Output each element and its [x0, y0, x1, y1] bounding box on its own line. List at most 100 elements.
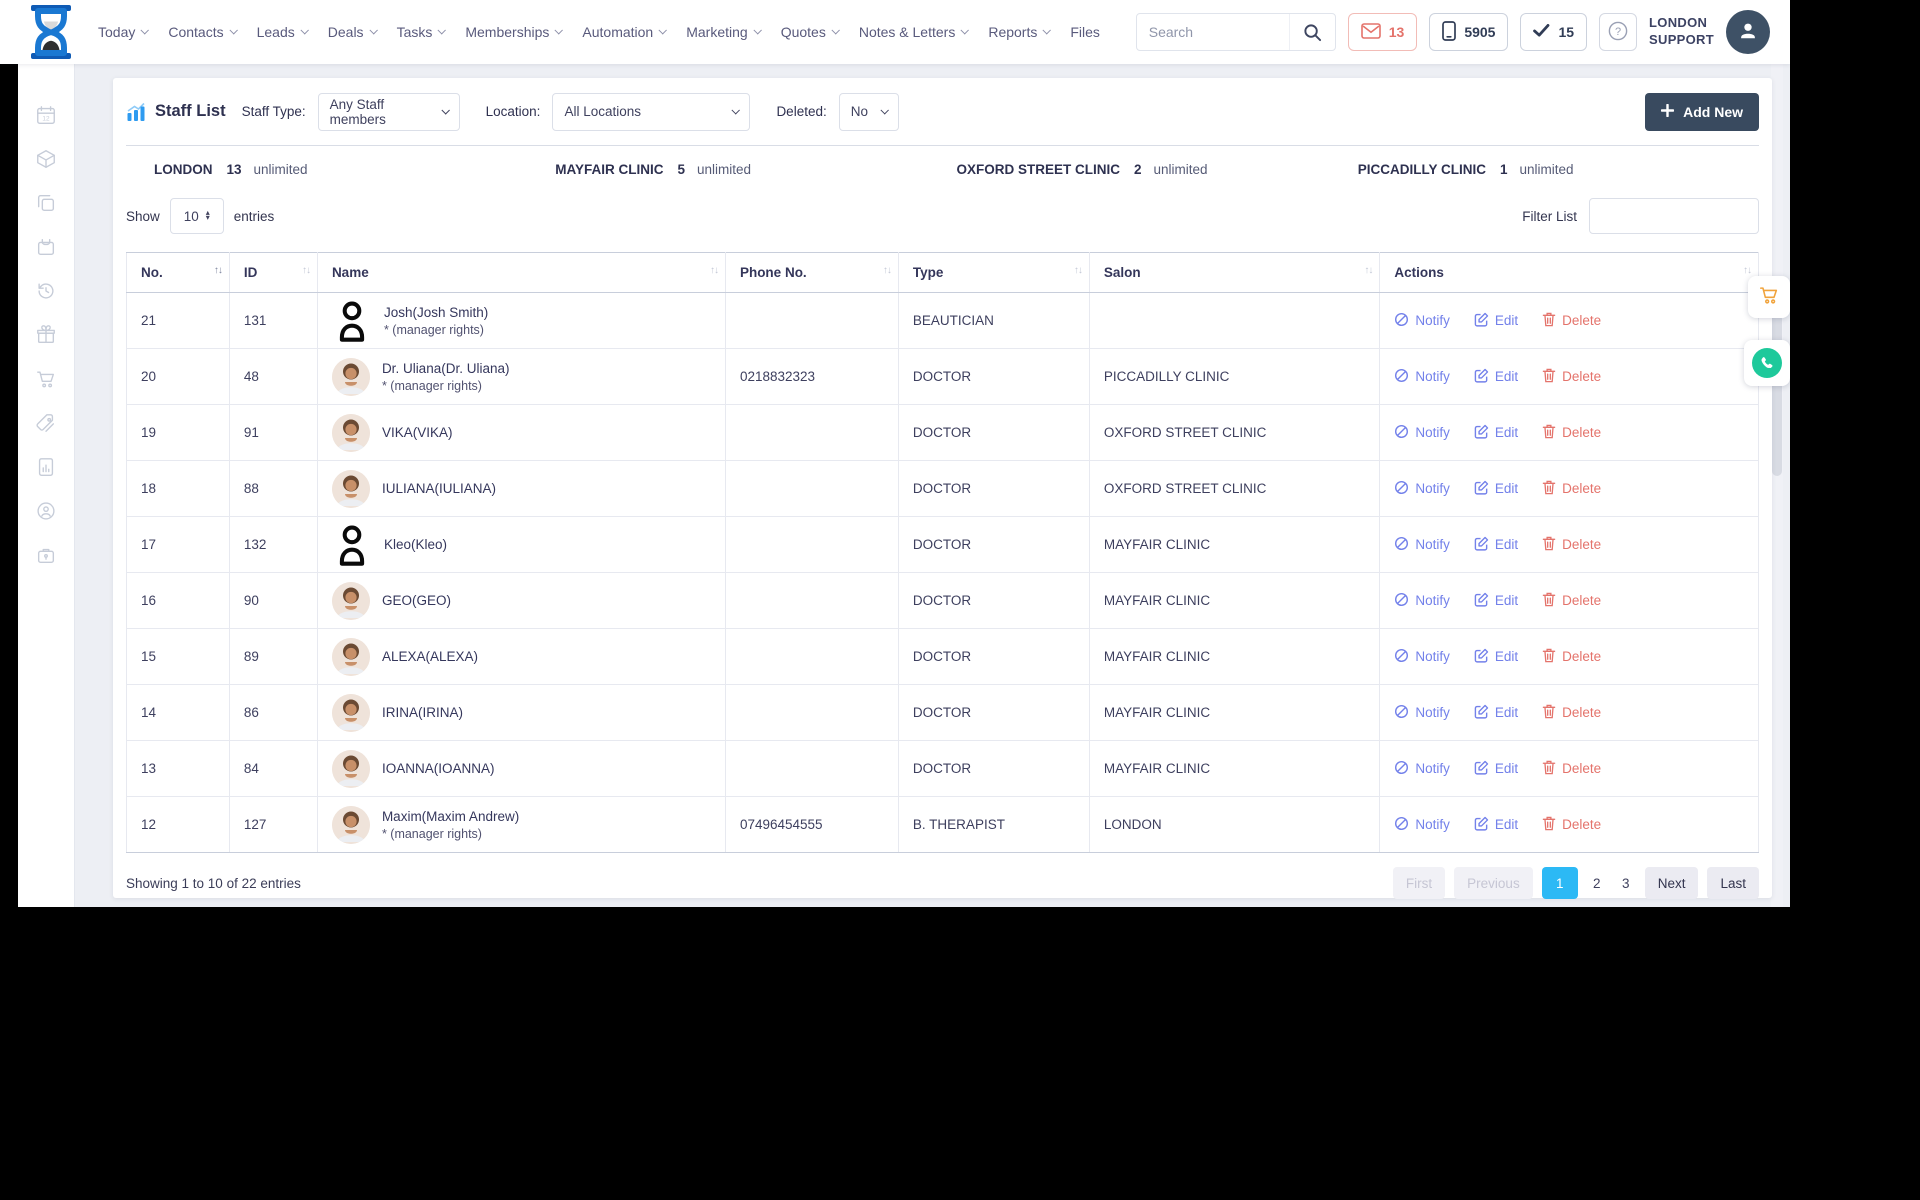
nav-item-leads[interactable]: Leads: [257, 24, 309, 40]
cell-name: IRINA(IRINA): [317, 684, 726, 741]
notify-button[interactable]: Notify: [1394, 424, 1450, 442]
notify-icon: [1394, 760, 1409, 778]
notify-button[interactable]: Notify: [1394, 592, 1450, 610]
delete-button[interactable]: Delete: [1542, 592, 1601, 610]
edit-button[interactable]: Edit: [1474, 480, 1518, 498]
edit-button[interactable]: Edit: [1474, 816, 1518, 834]
delete-button[interactable]: Delete: [1542, 480, 1601, 498]
location-stat: LONDON 13 unlimited: [154, 162, 555, 177]
edit-button[interactable]: Edit: [1474, 368, 1518, 386]
chevron-down-icon: [960, 26, 970, 35]
nav-item-automation[interactable]: Automation: [582, 24, 668, 40]
notify-icon: [1394, 536, 1409, 554]
notify-button[interactable]: Notify: [1394, 704, 1450, 722]
user-avatar[interactable]: [1726, 10, 1770, 54]
notify-button[interactable]: Notify: [1394, 760, 1450, 778]
edit-button[interactable]: Edit: [1474, 312, 1518, 330]
stat-limit: unlimited: [1153, 161, 1208, 177]
column-header-phone-no[interactable]: Phone No. ↑↓: [725, 252, 899, 293]
nav-item-memberships[interactable]: Memberships: [465, 24, 564, 40]
search-icon[interactable]: [1288, 14, 1335, 50]
lock-icon[interactable]: [35, 544, 57, 566]
nav-item-marketing[interactable]: Marketing: [686, 24, 762, 40]
pagination-3[interactable]: 3: [1616, 867, 1636, 899]
location-select[interactable]: All Locations: [552, 92, 751, 131]
calls-badge[interactable]: 5905: [1429, 13, 1509, 51]
scrollbar[interactable]: [1771, 64, 1783, 907]
pagination-first[interactable]: First: [1392, 867, 1446, 899]
help-button[interactable]: ?: [1599, 13, 1638, 51]
notify-button[interactable]: Notify: [1394, 648, 1450, 666]
pagination-1[interactable]: 1: [1541, 867, 1578, 899]
gift-icon[interactable]: [35, 324, 57, 346]
notify-button[interactable]: Notify: [1394, 816, 1450, 834]
tickets-icon[interactable]: [35, 412, 57, 434]
pagination-last[interactable]: Last: [1707, 867, 1759, 899]
column-header-type[interactable]: Type ↑↓: [898, 252, 1090, 293]
report-icon[interactable]: [35, 456, 57, 478]
cell-salon: OXFORD STREET CLINIC: [1089, 404, 1381, 461]
edit-button[interactable]: Edit: [1474, 704, 1518, 722]
pagination-next[interactable]: Next: [1644, 867, 1699, 899]
brand-logo-hourglass-icon[interactable]: [28, 3, 74, 61]
check-icon: [1533, 24, 1550, 40]
notify-button[interactable]: Notify: [1394, 480, 1450, 498]
nav-item-contacts[interactable]: Contacts: [168, 24, 238, 40]
nav-item-deals[interactable]: Deals: [328, 24, 378, 40]
delete-button[interactable]: Delete: [1542, 760, 1601, 778]
nav-item-today[interactable]: Today: [98, 24, 150, 40]
stat-limit: unlimited: [253, 161, 308, 177]
calendar-icon[interactable]: 12: [35, 104, 57, 126]
cell-id: 89: [229, 628, 318, 685]
column-header-actions[interactable]: Actions ↑↓: [1379, 252, 1759, 293]
pagination-2[interactable]: 2: [1587, 867, 1607, 899]
search-box: [1135, 13, 1336, 51]
nav-item-quotes[interactable]: Quotes: [781, 24, 840, 40]
column-header-salon[interactable]: Salon ↑↓: [1089, 252, 1381, 293]
basket-icon[interactable]: [35, 236, 57, 258]
delete-button[interactable]: Delete: [1542, 312, 1601, 330]
chevron-down-icon: [229, 26, 238, 35]
nav-item-reports[interactable]: Reports: [988, 24, 1052, 40]
phone-float-button[interactable]: [1744, 340, 1790, 386]
stat-count: 5: [677, 161, 686, 177]
nav-item-tasks[interactable]: Tasks: [397, 24, 447, 40]
page-length-select[interactable]: 10 ▴ ▾: [169, 198, 224, 234]
search-input[interactable]: [1136, 24, 1289, 40]
delete-button[interactable]: Delete: [1542, 424, 1601, 442]
column-header-id[interactable]: ID ↑↓: [229, 252, 318, 293]
history-icon[interactable]: [35, 280, 57, 302]
notify-button[interactable]: Notify: [1394, 368, 1450, 386]
edit-button[interactable]: Edit: [1474, 592, 1518, 610]
nav-item-notes-letters[interactable]: Notes & Letters: [859, 24, 970, 40]
page-gutter: [0, 64, 18, 907]
staff-type-select[interactable]: Any Staff members: [317, 92, 460, 131]
edit-button[interactable]: Edit: [1474, 648, 1518, 666]
user-status-icon[interactable]: [35, 500, 57, 522]
table-row: 14 86 IRINA(IRINA) DOCTOR MAYFAIR CLINIC Noti…: [126, 684, 1759, 741]
delete-button[interactable]: Delete: [1542, 704, 1601, 722]
copy-icon[interactable]: [35, 192, 57, 214]
delete-button[interactable]: Delete: [1542, 368, 1601, 386]
delete-button[interactable]: Delete: [1542, 648, 1601, 666]
cart-float-button[interactable]: [1748, 276, 1790, 318]
nav-item-files[interactable]: Files: [1070, 24, 1100, 40]
notify-button[interactable]: Notify: [1394, 536, 1450, 554]
edit-button[interactable]: Edit: [1474, 536, 1518, 554]
delete-button[interactable]: Delete: [1542, 816, 1601, 834]
cart-icon[interactable]: [35, 368, 57, 390]
notify-button[interactable]: Notify: [1394, 312, 1450, 330]
messages-badge[interactable]: 13: [1347, 13, 1418, 51]
delete-button[interactable]: Delete: [1542, 536, 1601, 554]
column-header-no[interactable]: No. ↑↓: [126, 252, 230, 293]
package-icon[interactable]: [35, 148, 57, 170]
filter-list-input[interactable]: [1589, 198, 1759, 234]
deleted-select[interactable]: No: [838, 92, 899, 131]
column-header-name[interactable]: Name ↑↓: [317, 252, 726, 293]
trash-icon: [1542, 424, 1556, 442]
pagination-previous[interactable]: Previous: [1454, 867, 1533, 899]
add-new-button[interactable]: Add New: [1645, 92, 1759, 131]
edit-button[interactable]: Edit: [1474, 760, 1518, 778]
edit-button[interactable]: Edit: [1474, 424, 1518, 442]
tasks-badge[interactable]: 15: [1520, 13, 1588, 51]
